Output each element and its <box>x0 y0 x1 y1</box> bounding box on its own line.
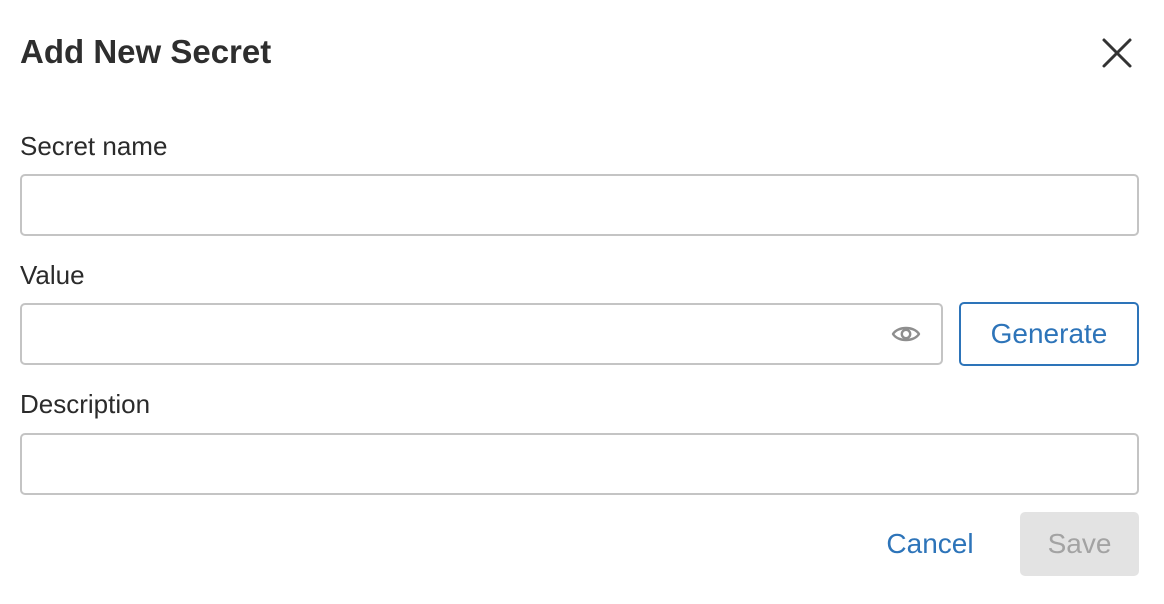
secret-value-input[interactable] <box>20 303 943 365</box>
add-secret-dialog: Add New Secret Secret name Value Generat… <box>0 0 1164 604</box>
close-button[interactable] <box>1098 34 1136 72</box>
value-label: Value <box>20 260 85 290</box>
close-icon <box>1102 38 1132 68</box>
dialog-title: Add New Secret <box>20 33 272 70</box>
cancel-button[interactable]: Cancel <box>862 512 998 576</box>
secret-name-label: Secret name <box>20 131 168 161</box>
secret-name-input[interactable] <box>20 174 1139 236</box>
description-label: Description <box>20 389 151 419</box>
eye-icon[interactable] <box>890 319 922 349</box>
save-button[interactable]: Save <box>1020 512 1139 576</box>
generate-button[interactable]: Generate <box>959 302 1139 366</box>
description-input[interactable] <box>20 433 1139 495</box>
